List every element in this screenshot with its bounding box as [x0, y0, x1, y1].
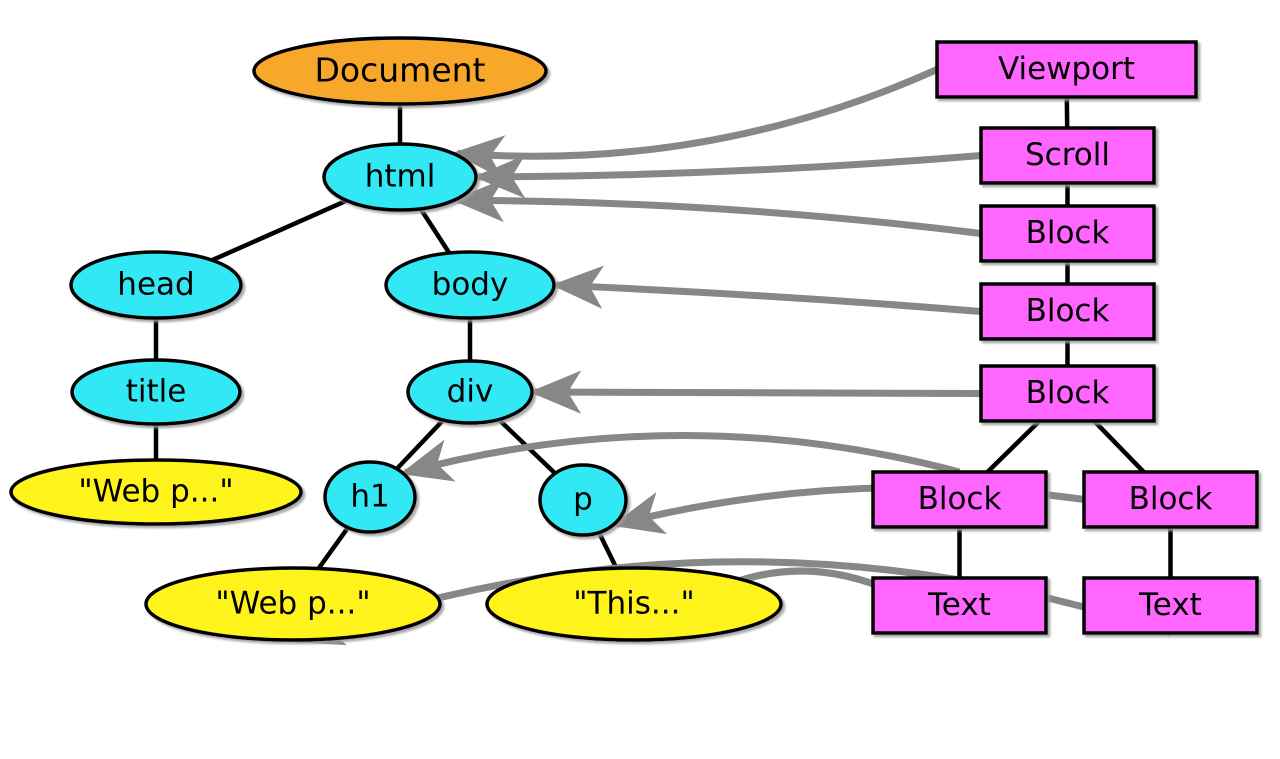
node-document[interactable]: Document [252, 36, 548, 106]
node-label-p: p [573, 482, 593, 518]
tree-edge-block3-to-block5 [1092, 419, 1146, 474]
node-label-h1text: "Web p..." [215, 586, 370, 622]
node-label-body: body [432, 267, 509, 303]
node-block1[interactable]: Block [979, 204, 1156, 263]
node-label-ptext: "This..." [573, 586, 694, 622]
node-label-block3: Block [1026, 375, 1110, 411]
node-label-title: title [126, 374, 187, 410]
tree-edge-block3-to-block4 [985, 419, 1042, 474]
node-block3[interactable]: Block [979, 364, 1156, 423]
node-label-block1: Block [1026, 215, 1110, 251]
node-text2[interactable]: Text [1082, 576, 1259, 635]
node-label-titletext: "Web p..." [78, 474, 233, 510]
node-label-block2: Block [1026, 293, 1110, 329]
node-label-block5: Block [1129, 481, 1213, 517]
node-label-document: Document [315, 51, 486, 90]
node-title[interactable]: title [70, 358, 242, 426]
node-label-text1: Text [927, 587, 991, 623]
dom-render-tree-diagram: Viewport maps to html elementScroll maps… [9, 36, 1259, 646]
node-label-div: div [447, 374, 494, 410]
node-label-html: html [365, 159, 436, 195]
node-layer: Document html head body title div "Web p..." h1… [9, 36, 1259, 642]
mapping-arrow-block1-to-html: Block maps to html element [452, 178, 982, 237]
node-label-text2: Text [1138, 587, 1202, 623]
node-block5[interactable]: Block [1082, 470, 1259, 529]
node-text1[interactable]: Text [871, 576, 1048, 635]
mapping-arrow-block4-to-h1: Block maps to h1 element [399, 431, 961, 482]
node-h1[interactable]: h1 [323, 460, 417, 534]
node-label-block4: Block [918, 481, 1002, 517]
tree-edge-html-to-body [418, 207, 452, 255]
tree-edge-p-to-ptext [596, 531, 619, 570]
mapping-arrow-block3-to-div: Block maps to div element [529, 370, 982, 414]
node-div[interactable]: div [406, 359, 534, 425]
node-html[interactable]: html [322, 142, 478, 212]
node-head[interactable]: head [69, 250, 243, 320]
node-h1text[interactable]: "Web p..." [144, 566, 442, 642]
node-viewport[interactable]: Viewport [935, 40, 1198, 99]
mapping-arrow-block2-to-body: Block maps to body element [551, 265, 982, 315]
node-block4[interactable]: Block [871, 470, 1048, 529]
node-body[interactable]: body [384, 250, 556, 320]
node-titletext[interactable]: "Web p..." [9, 458, 303, 526]
diagram-canvas: Viewport maps to html elementScroll maps… [0, 0, 1280, 759]
node-block2[interactable]: Block [979, 282, 1156, 341]
node-label-head: head [117, 267, 194, 303]
node-label-scroll: Scroll [1025, 137, 1110, 173]
tree-edge-html-to-head [211, 198, 348, 263]
node-scroll[interactable]: Scroll [979, 126, 1156, 185]
tree-edge-h1-to-h1text [316, 526, 350, 570]
node-p[interactable]: p [538, 463, 628, 537]
node-label-viewport: Viewport [998, 51, 1135, 87]
node-label-h1: h1 [350, 479, 389, 515]
node-ptext[interactable]: "This..." [485, 566, 783, 642]
